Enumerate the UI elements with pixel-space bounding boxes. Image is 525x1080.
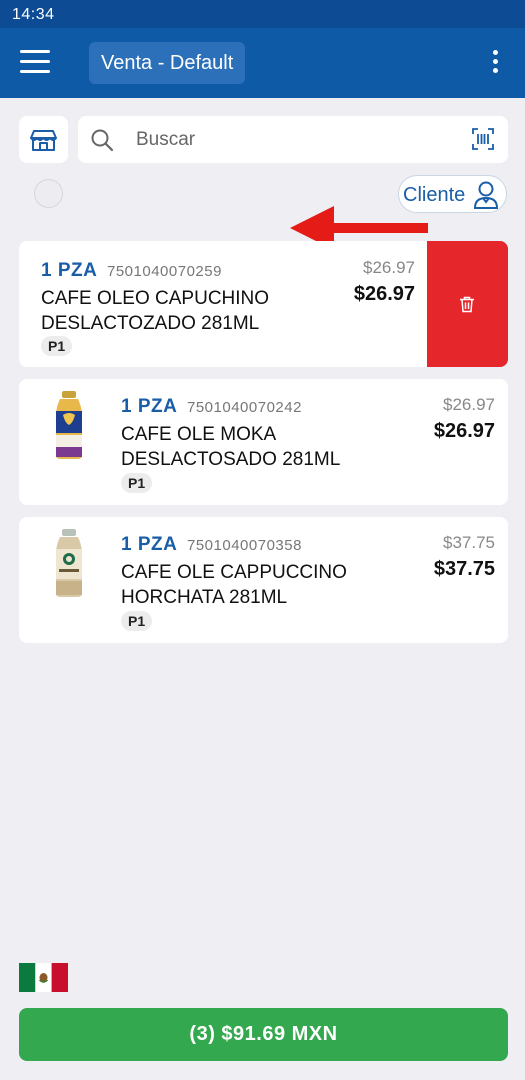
item-name: CAFE OLE MOKA DESLACTOSADO 281ML xyxy=(121,424,341,470)
select-all-checkbox[interactable] xyxy=(34,179,63,208)
product-image-moka xyxy=(56,391,82,459)
status-time: 14:34 xyxy=(12,6,55,23)
item-original-price: $26.97 xyxy=(363,258,415,277)
item-price: $26.97 xyxy=(433,420,495,442)
cart-item[interactable]: 1 PZA 7501040070242 CAFE OLE MOKA DESLAC… xyxy=(19,379,508,505)
search-icon xyxy=(91,129,114,152)
delete-item-button[interactable] xyxy=(427,241,508,367)
item-sku: 7501040070242 xyxy=(187,399,302,416)
search-input[interactable] xyxy=(136,124,456,155)
item-quantity: 1 PZA xyxy=(121,534,178,555)
mexico-flag-icon[interactable] xyxy=(19,963,68,992)
trash-icon xyxy=(460,296,474,313)
cart-item[interactable]: 1 PZA 7501040070259 CAFE OLEO CAPUCHINO … xyxy=(19,241,508,367)
more-vertical-icon[interactable] xyxy=(491,50,499,76)
item-price-list-badge: P1 xyxy=(121,473,153,493)
cart-item[interactable]: 1 PZA 7501040070358 CAFE OLE CAPPUCCINO … xyxy=(19,517,508,643)
barcode-scan-icon[interactable] xyxy=(472,128,494,150)
item-original-price: $37.75 xyxy=(443,533,495,552)
item-sku: 7501040070358 xyxy=(187,537,302,554)
hamburger-menu-icon[interactable] xyxy=(20,50,50,76)
item-price-list-badge: P1 xyxy=(121,611,153,631)
item-price-list-badge: P1 xyxy=(41,336,73,356)
item-original-price: $26.97 xyxy=(443,395,495,414)
app-bar: Venta - Default xyxy=(0,28,525,98)
item-sku: 7501040070259 xyxy=(107,263,222,280)
product-image-horchata xyxy=(56,529,82,597)
checkout-total-button[interactable]: (3) $91.69 MXN xyxy=(19,1008,508,1061)
item-price: $37.75 xyxy=(433,558,495,580)
item-quantity: 1 PZA xyxy=(121,396,178,417)
customer-icon xyxy=(473,181,499,209)
item-price: $26.97 xyxy=(353,283,415,305)
status-bar: 14:34 xyxy=(0,0,525,28)
page-title[interactable]: Venta - Default xyxy=(89,42,246,84)
item-quantity: 1 PZA xyxy=(41,260,98,281)
item-name: CAFE OLEO CAPUCHINO DESLACTOZADO 281ML xyxy=(41,288,270,334)
item-name: CAFE OLE CAPPUCCINO HORCHATA 281ML xyxy=(121,562,347,608)
search-box xyxy=(78,116,508,163)
store-button[interactable] xyxy=(19,116,68,163)
store-icon xyxy=(30,130,57,151)
